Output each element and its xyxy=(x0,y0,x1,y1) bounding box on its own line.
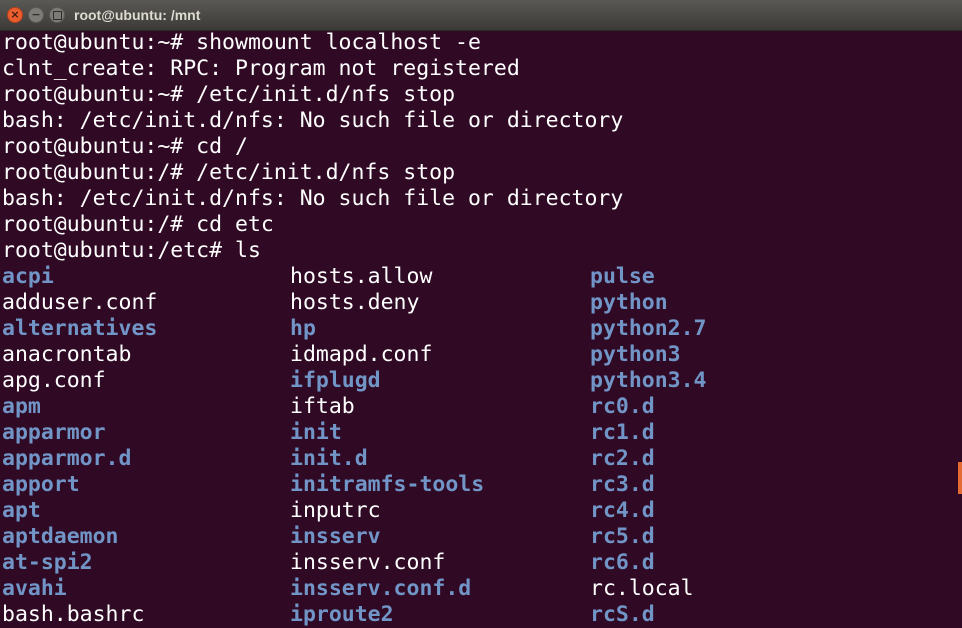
terminal-output[interactable]: root@ubuntu:~# showmount localhost -e cln… xyxy=(0,30,958,628)
terminal-line: bash: /etc/init.d/nfs: No such file or d… xyxy=(2,186,624,211)
listing-row: apm iftab rc0.d xyxy=(2,394,958,420)
file-entry: hosts.allow xyxy=(290,264,433,289)
listing-row: bash.bashrc iproute2 rcS.d xyxy=(2,602,958,628)
directory-entry: init xyxy=(290,420,342,445)
directory-entry: apparmor.d xyxy=(2,446,132,471)
directory-entry: apm xyxy=(2,394,41,419)
file-entry: bash.bashrc xyxy=(2,602,145,627)
directory-entry: avahi xyxy=(2,576,67,601)
listing-row: apparmor.d init.d rc2.d xyxy=(2,446,958,472)
directory-entry: rc3.d xyxy=(590,472,655,497)
directory-entry: at-spi2 xyxy=(2,550,93,575)
file-entry: anacrontab xyxy=(2,342,132,367)
directory-entry: rc1.d xyxy=(590,420,655,445)
directory-entry: init.d xyxy=(290,446,368,471)
listing-row: apg.conf ifplugd python3.4 xyxy=(2,368,958,394)
listing-row: apport initramfs-tools rc3.d xyxy=(2,472,958,498)
terminal-line: bash: /etc/init.d/nfs: No such file or d… xyxy=(2,108,624,133)
directory-entry: insserv xyxy=(290,524,381,549)
command-history: root@ubuntu:~# showmount localhost -e cln… xyxy=(2,30,958,264)
directory-entry: ifplugd xyxy=(290,368,381,393)
terminal-line: root@ubuntu:/# /etc/init.d/nfs stop xyxy=(2,160,456,185)
file-entry: hosts.deny xyxy=(290,290,420,315)
listing-row: adduser.conf hosts.deny python xyxy=(2,290,958,316)
directory-entry: rc5.d xyxy=(590,524,655,549)
directory-entry: rc6.d xyxy=(590,550,655,575)
directory-entry: hp xyxy=(290,316,316,341)
terminal-line: clnt_create: RPC: Program not registered xyxy=(2,56,520,81)
listing-row: avahi insserv.conf.d rc.local xyxy=(2,576,958,602)
ls-listing: acpi hosts.allow pulse adduser.conf hosts.de… xyxy=(2,264,958,628)
directory-entry: iproute2 xyxy=(290,602,394,627)
listing-row: anacrontab idmapd.conf python3 xyxy=(2,342,958,368)
directory-entry: insserv.conf.d xyxy=(290,576,472,601)
directory-entry: rcS.d xyxy=(590,602,655,627)
file-entry: idmapd.conf xyxy=(290,342,433,367)
maximize-button[interactable] xyxy=(49,7,65,23)
directory-entry: rc4.d xyxy=(590,498,655,523)
file-entry: apg.conf xyxy=(2,368,106,393)
terminal-line: root@ubuntu:/# cd etc xyxy=(2,212,274,237)
directory-entry: rc0.d xyxy=(590,394,655,419)
terminal-line: root@ubuntu:/etc# ls xyxy=(2,238,261,263)
terminal-line: root@ubuntu:~# showmount localhost -e xyxy=(2,30,481,55)
directory-entry: acpi xyxy=(2,264,54,289)
directory-entry: apparmor xyxy=(2,420,106,445)
minimize-button[interactable]: − xyxy=(28,7,44,23)
directory-entry: initramfs-tools xyxy=(290,472,485,497)
directory-entry: aptdaemon xyxy=(2,524,119,549)
scrollbar-thumb[interactable] xyxy=(958,462,962,494)
file-entry: rc.local xyxy=(590,576,694,601)
file-entry: iftab xyxy=(290,394,355,419)
listing-row: apt inputrc rc4.d xyxy=(2,498,958,524)
window-title: root@ubuntu: /mnt xyxy=(74,7,201,23)
file-entry: insserv.conf xyxy=(290,550,446,575)
listing-row: at-spi2 insserv.conf rc6.d xyxy=(2,550,958,576)
maximize-icon xyxy=(52,11,62,20)
listing-row: acpi hosts.allow pulse xyxy=(2,264,958,290)
terminal-line: root@ubuntu:~# cd / xyxy=(2,134,248,159)
directory-entry: python3.4 xyxy=(590,368,707,393)
listing-row: aptdaemon insserv rc5.d xyxy=(2,524,958,550)
directory-entry: python2.7 xyxy=(590,316,707,341)
file-entry: adduser.conf xyxy=(2,290,158,315)
directory-entry: apt xyxy=(2,498,41,523)
listing-row: alternatives hp python2.7 xyxy=(2,316,958,342)
directory-entry: apport xyxy=(2,472,80,497)
directory-entry: python3 xyxy=(590,342,681,367)
directory-entry: pulse xyxy=(590,264,655,289)
directory-entry: alternatives xyxy=(2,316,158,341)
listing-row: apparmor init rc1.d xyxy=(2,420,958,446)
terminal-line: root@ubuntu:~# /etc/init.d/nfs stop xyxy=(2,82,456,107)
directory-entry: python xyxy=(590,290,668,315)
close-button[interactable]: × xyxy=(7,7,23,23)
title-bar: × − root@ubuntu: /mnt xyxy=(0,0,962,31)
directory-entry: rc2.d xyxy=(590,446,655,471)
file-entry: inputrc xyxy=(290,498,381,523)
